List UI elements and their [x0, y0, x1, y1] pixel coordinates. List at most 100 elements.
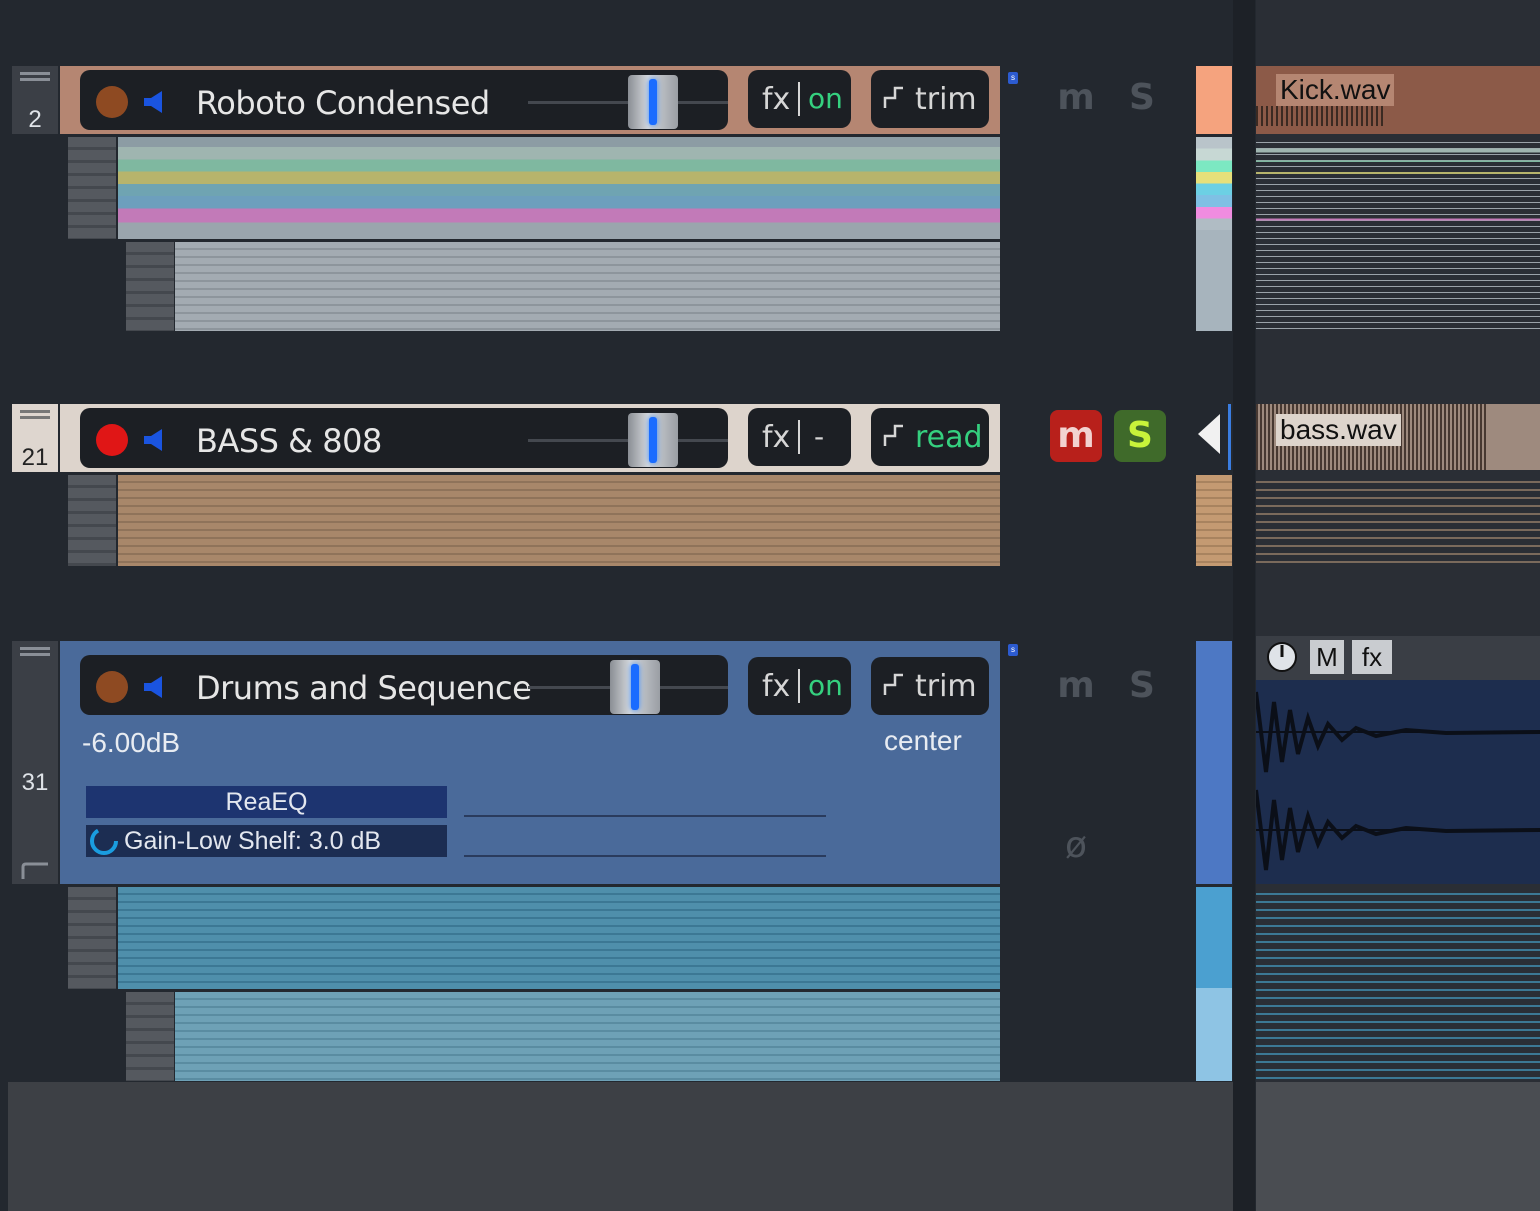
child-track-lanes [118, 475, 1000, 566]
child-track-lanes [118, 137, 1000, 239]
param-slider[interactable] [464, 815, 826, 817]
fx-label: fx [762, 82, 791, 117]
mute-button[interactable]: m [1050, 410, 1102, 462]
grandchild-track-lanes [175, 242, 1000, 331]
fx-state: on [808, 82, 843, 115]
grandchild-track-lanes [175, 992, 1000, 1081]
fx-slot[interactable]: ReaEQ [86, 786, 447, 818]
track-number-strip[interactable]: 31 [12, 641, 58, 884]
selection-indicator [1228, 404, 1231, 470]
child-color-swatches [1196, 137, 1232, 331]
speaker-icon[interactable] [142, 675, 168, 699]
waveform [1256, 106, 1386, 126]
power-icon[interactable] [1264, 638, 1300, 674]
media-item[interactable]: Kick.wav [1256, 66, 1540, 134]
volume-fader[interactable] [628, 413, 678, 467]
track-number: 21 [21, 444, 49, 471]
track-header[interactable]: Roboto Condensed fx on trim [60, 66, 1000, 134]
solo-button[interactable]: S [1116, 660, 1168, 712]
item-mute-button[interactable]: M [1310, 640, 1344, 674]
fx-button[interactable]: fx on [748, 70, 851, 128]
track-name[interactable]: BASS & 808 [196, 422, 382, 460]
record-arm-button[interactable] [96, 671, 128, 703]
media-item[interactable]: bass.wav [1256, 404, 1540, 470]
empty-track-area[interactable] [8, 1082, 1233, 1211]
child-track-lanes [118, 887, 1000, 989]
separator [798, 82, 800, 116]
empty-arrange-area[interactable] [1256, 1082, 1540, 1211]
separator [798, 669, 800, 703]
fader-glow [649, 417, 657, 463]
track-name-box[interactable]: Roboto Condensed [80, 70, 728, 130]
automation-mode-button[interactable]: trim [871, 70, 989, 128]
child-track-handle[interactable] [68, 887, 116, 989]
automation-mode-button[interactable]: trim [871, 657, 989, 715]
automation-envelope-icon [883, 424, 903, 446]
fx-state: - [814, 420, 825, 453]
child-color-swatches [1196, 887, 1232, 1081]
child-track-handle[interactable] [68, 137, 116, 239]
send-indicator[interactable]: s [1008, 72, 1018, 84]
phase-invert-button[interactable]: ø [1050, 820, 1102, 872]
automation-mode-button[interactable]: read [871, 408, 989, 466]
grandchild-track-handle[interactable] [126, 992, 174, 1081]
track-color-swatch[interactable] [1196, 641, 1232, 884]
automation-mode: trim [915, 669, 977, 704]
track-header[interactable]: BASS & 808 fx - read [60, 404, 1000, 472]
automation-mode: trim [915, 82, 977, 117]
separator [798, 420, 800, 454]
track-name[interactable]: Roboto Condensed [196, 84, 490, 122]
volume-fader[interactable] [610, 660, 660, 714]
mute-button[interactable]: m [1050, 72, 1102, 124]
volume-readout[interactable]: -6.00dB [82, 727, 180, 759]
folder-end-icon[interactable] [20, 861, 50, 881]
item-fx-button[interactable]: fx [1352, 640, 1392, 674]
param-slider[interactable] [464, 855, 826, 857]
grandchild-track-handle[interactable] [126, 242, 174, 331]
child-track-handle[interactable] [68, 475, 116, 566]
track-header[interactable]: Drums and Sequence fx on trim -6.00dB ce… [60, 641, 1000, 884]
mute-button[interactable]: m [1050, 660, 1102, 712]
fx-label: fx [762, 420, 791, 455]
track-name[interactable]: Drums and Sequence [196, 669, 532, 707]
track-number-strip[interactable]: 21 [12, 404, 58, 472]
child-item-lanes [1256, 137, 1540, 331]
child-color-swatches [1196, 475, 1232, 566]
track-name-box[interactable]: Drums and Sequence [80, 655, 728, 715]
automation-mode: read [915, 420, 983, 455]
send-indicator[interactable]: s [1008, 644, 1018, 656]
fx-button[interactable]: fx - [748, 408, 851, 466]
waveform [1256, 691, 1540, 871]
track-number: 2 [28, 106, 42, 133]
drag-handle-icon[interactable] [20, 72, 50, 75]
volume-fader[interactable] [628, 75, 678, 129]
child-item-lanes [1256, 475, 1540, 566]
speaker-icon[interactable] [142, 90, 168, 114]
drag-handle-icon[interactable] [20, 410, 50, 413]
record-arm-button[interactable] [96, 86, 128, 118]
track-number-strip[interactable]: 2 [12, 66, 58, 134]
media-item[interactable]: M fx [1256, 636, 1540, 884]
selected-track-arrow-icon [1198, 414, 1220, 454]
record-arm-button[interactable] [96, 424, 128, 456]
track-color-swatch[interactable] [1196, 66, 1232, 134]
solo-button[interactable]: S [1114, 410, 1166, 462]
knob-icon[interactable] [88, 825, 120, 857]
automation-envelope-icon [883, 673, 903, 695]
fader-glow [631, 664, 639, 710]
tcp-divider[interactable] [1233, 0, 1255, 1211]
fx-button[interactable]: fx on [748, 657, 851, 715]
track-name-box[interactable]: BASS & 808 [80, 408, 728, 468]
param-lane[interactable]: Gain-Low Shelf: 3.0 dB [86, 825, 447, 857]
pan-readout[interactable]: center [884, 725, 962, 757]
fx-state: on [808, 669, 843, 702]
drag-handle-icon[interactable] [20, 647, 50, 650]
clip-name: bass.wav [1276, 414, 1401, 446]
child-item-lanes [1256, 887, 1540, 1081]
speaker-icon[interactable] [142, 428, 168, 452]
fx-label: fx [762, 669, 791, 704]
solo-button[interactable]: S [1116, 72, 1168, 124]
fader-glow [649, 79, 657, 125]
clip-name: Kick.wav [1276, 74, 1395, 106]
automation-envelope-icon [883, 86, 903, 108]
